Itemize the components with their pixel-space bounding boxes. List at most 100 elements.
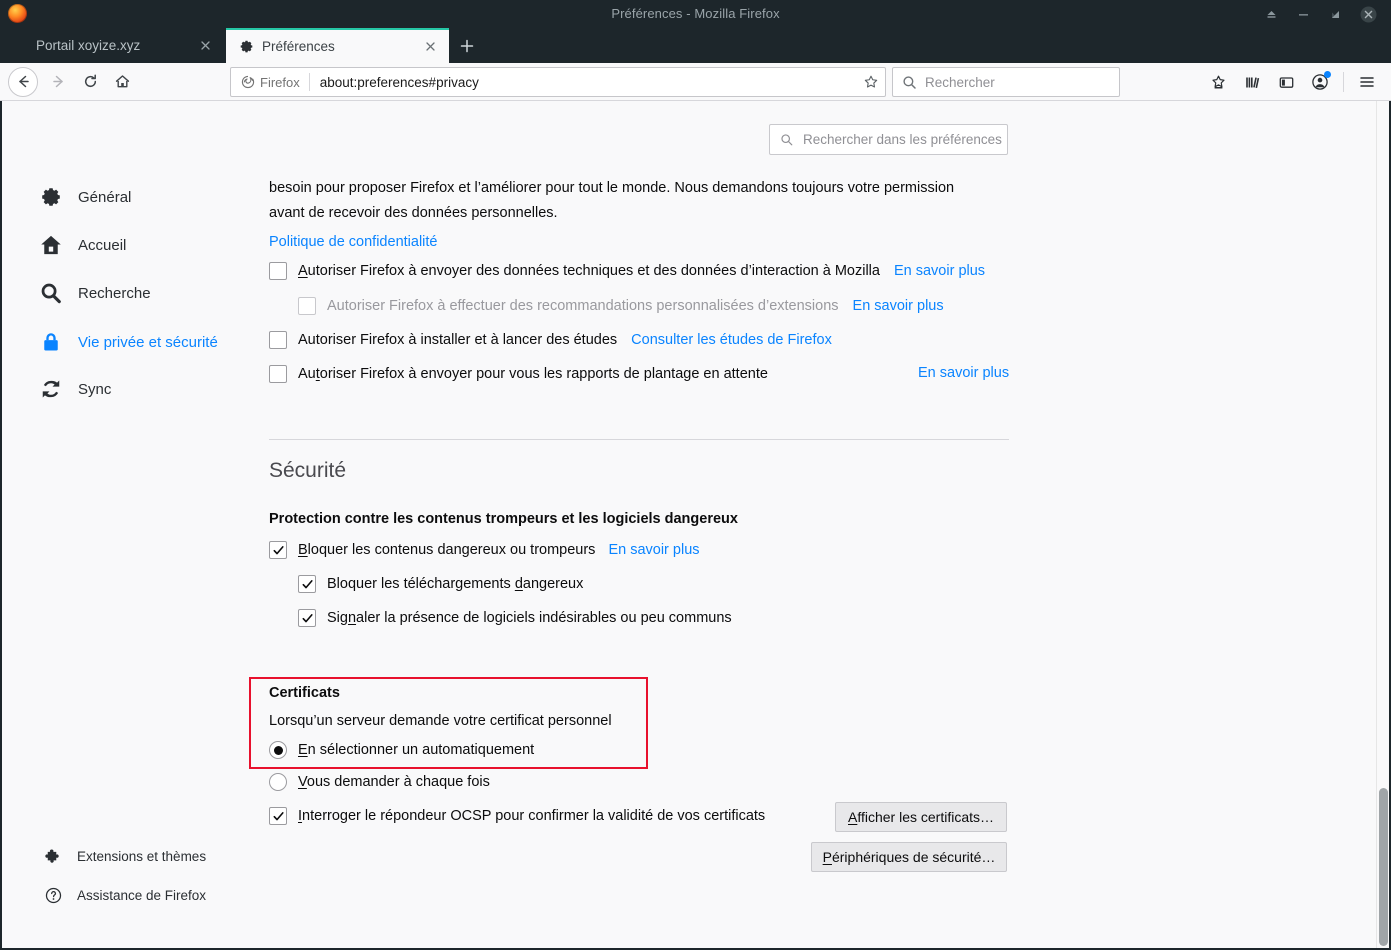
- sync-icon: [40, 378, 62, 400]
- sidebar-item-search[interactable]: Recherche: [40, 277, 151, 309]
- checkbox-ocsp[interactable]: [269, 807, 287, 825]
- preferences-main-pane: besoin pour proposer Firefox et l’amélio…: [258, 101, 1378, 948]
- question-circle-icon: [44, 886, 62, 904]
- learn-more-link-extension-recommendations[interactable]: En savoir plus: [853, 298, 944, 314]
- sidebar-item-label: Recherche: [78, 285, 151, 302]
- security-devices-button[interactable]: Périphériques de sécurité…: [811, 842, 1007, 872]
- checkbox-row-block-downloads[interactable]: Bloquer les téléchargements dangereux: [298, 575, 583, 593]
- radio-label: En sélectionner un automatiquement: [298, 742, 534, 758]
- security-section-heading: Sécurité: [269, 459, 346, 483]
- preferences-sidebar: Général Accueil Recherche: [0, 101, 258, 948]
- privacy-policy-link[interactable]: Politique de confidentialité: [269, 234, 437, 250]
- library-icon[interactable]: [1236, 67, 1268, 97]
- checkbox-crash-reports[interactable]: [269, 365, 287, 383]
- toolbar-search-box[interactable]: Rechercher: [892, 67, 1120, 97]
- radio-row-select-automatically[interactable]: En sélectionner un automatiquement: [269, 741, 534, 759]
- certificates-heading: Certificats: [269, 685, 340, 701]
- certificates-description: Lorsqu’un serveur demande votre certific…: [269, 713, 612, 729]
- telemetry-intro-line-1: besoin pour proposer Firefox et l’amélio…: [269, 180, 954, 196]
- protection-subheading: Protection contre les contenus trompeurs…: [269, 511, 738, 527]
- radio-ask-every-time[interactable]: [269, 773, 287, 791]
- view-certificates-button[interactable]: Afficher les certificats…: [835, 802, 1007, 832]
- gear-icon: [40, 186, 62, 208]
- sidebar-item-label: Assistance de Firefox: [77, 888, 206, 903]
- checkbox-row-crash-reports[interactable]: Autoriser Firefox à envoyer pour vous le…: [269, 365, 768, 383]
- window-title: Préférences - Mozilla Firefox: [0, 0, 1391, 28]
- checkbox-label: Autoriser Firefox à envoyer pour vous le…: [298, 366, 768, 382]
- search-icon: [902, 75, 917, 90]
- button-label: Afficher les certificats…: [848, 809, 994, 825]
- sidebar-item-label: Vie privée et sécurité: [78, 334, 218, 351]
- maximize-icon[interactable]: [1319, 0, 1351, 28]
- window-controls: [1255, 0, 1385, 28]
- sidebar-item-general[interactable]: Général: [40, 181, 131, 213]
- tab-portail[interactable]: Portail xoyize.xyz: [0, 28, 224, 63]
- url-text[interactable]: about:preferences#privacy: [310, 75, 857, 90]
- telemetry-intro-line-2: avant de recevoir des données personnell…: [269, 205, 558, 221]
- close-icon[interactable]: [1351, 0, 1385, 28]
- sidebar-item-sync[interactable]: Sync: [40, 373, 111, 405]
- sidebar-item-privacy-security[interactable]: Vie privée et sécurité: [40, 326, 218, 358]
- tab-preferences[interactable]: Préférences: [226, 28, 449, 63]
- star-icon[interactable]: [857, 74, 885, 90]
- minimize-icon[interactable]: [1287, 0, 1319, 28]
- scrollbar-thumb[interactable]: [1379, 788, 1388, 946]
- reload-icon[interactable]: [74, 67, 106, 97]
- toolbar-divider: [1343, 72, 1344, 92]
- checkbox-label: Bloquer les contenus dangereux ou trompe…: [298, 542, 595, 558]
- checkbox-report-unwanted-software[interactable]: [298, 609, 316, 627]
- sidebar-item-home[interactable]: Accueil: [40, 229, 126, 261]
- lock-icon: [40, 331, 62, 353]
- firefox-small-icon: [241, 75, 255, 89]
- checkbox-row-technical-data[interactable]: Autoriser Firefox à envoyer des données …: [269, 262, 985, 280]
- tab-close-icon[interactable]: [194, 35, 216, 57]
- checkbox-block-downloads[interactable]: [298, 575, 316, 593]
- checkbox-label: Autoriser Firefox à effectuer des recomm…: [327, 298, 839, 314]
- checkbox-row-report-unwanted-software[interactable]: Signaler la présence de logiciels indési…: [298, 609, 732, 627]
- checkbox-row-studies[interactable]: Autoriser Firefox à installer et à lance…: [269, 331, 832, 349]
- tab-favicon: [12, 38, 28, 54]
- view-studies-link[interactable]: Consulter les études de Firefox: [631, 332, 832, 348]
- vertical-scrollbar[interactable]: [1376, 101, 1389, 948]
- learn-more-link-block-dangerous[interactable]: En savoir plus: [608, 542, 699, 558]
- radio-select-automatically[interactable]: [269, 741, 287, 759]
- checkbox-block-dangerous[interactable]: [269, 541, 287, 559]
- hamburger-menu-icon[interactable]: [1351, 67, 1383, 97]
- sidebar-item-label: Extensions et thèmes: [77, 849, 206, 864]
- toolbar-search-placeholder: Rechercher: [925, 75, 995, 90]
- tab-close-icon[interactable]: [419, 36, 441, 58]
- checkbox-row-block-dangerous[interactable]: Bloquer les contenus dangereux ou trompe…: [269, 541, 700, 559]
- url-brand-chip: Firefox: [231, 73, 310, 91]
- checkbox-label: Interroger le répondeur OCSP pour confir…: [298, 808, 765, 824]
- button-label: Périphériques de sécurité…: [823, 849, 996, 865]
- checkbox-row-ocsp[interactable]: Interroger le répondeur OCSP pour confir…: [269, 807, 765, 825]
- pocket-save-icon[interactable]: [1202, 67, 1234, 97]
- forward-arrow-icon[interactable]: [42, 67, 74, 97]
- learn-more-link-crash-reports[interactable]: En savoir plus: [918, 365, 1009, 381]
- sidebar-item-label: Sync: [78, 381, 111, 398]
- account-icon[interactable]: [1304, 67, 1336, 97]
- sidebar-item-firefox-support[interactable]: Assistance de Firefox: [44, 884, 206, 906]
- sidebar-item-label: Accueil: [78, 237, 126, 254]
- search-icon: [40, 282, 62, 304]
- tab-strip: Portail xoyize.xyz Préférences: [0, 28, 1391, 63]
- sidebar-item-extensions-themes[interactable]: Extensions et thèmes: [44, 845, 206, 867]
- section-divider: [269, 439, 1009, 440]
- home-icon[interactable]: [106, 67, 138, 97]
- sidebar-item-label: Général: [78, 189, 131, 206]
- checkbox-technical-data[interactable]: [269, 262, 287, 280]
- radio-row-ask-every-time[interactable]: Vous demander à chaque fois: [269, 773, 490, 791]
- address-bar[interactable]: Firefox about:preferences#privacy: [230, 67, 886, 97]
- checkbox-label: Signaler la présence de logiciels indési…: [327, 610, 732, 626]
- toolbar-icon-group: [1202, 67, 1383, 97]
- learn-more-link-technical-data[interactable]: En savoir plus: [894, 263, 985, 279]
- back-arrow-icon[interactable]: [8, 67, 38, 97]
- checkbox-studies[interactable]: [269, 331, 287, 349]
- new-tab-button[interactable]: [453, 33, 481, 59]
- title-bar: Préférences - Mozilla Firefox: [0, 0, 1391, 28]
- checkbox-label: Autoriser Firefox à envoyer des données …: [298, 263, 880, 279]
- shade-icon[interactable]: [1255, 0, 1287, 28]
- checkbox-row-extension-recommendations[interactable]: Autoriser Firefox à effectuer des recomm…: [298, 297, 944, 315]
- checkbox-extension-recommendations[interactable]: [298, 297, 316, 315]
- sidebar-icon[interactable]: [1270, 67, 1302, 97]
